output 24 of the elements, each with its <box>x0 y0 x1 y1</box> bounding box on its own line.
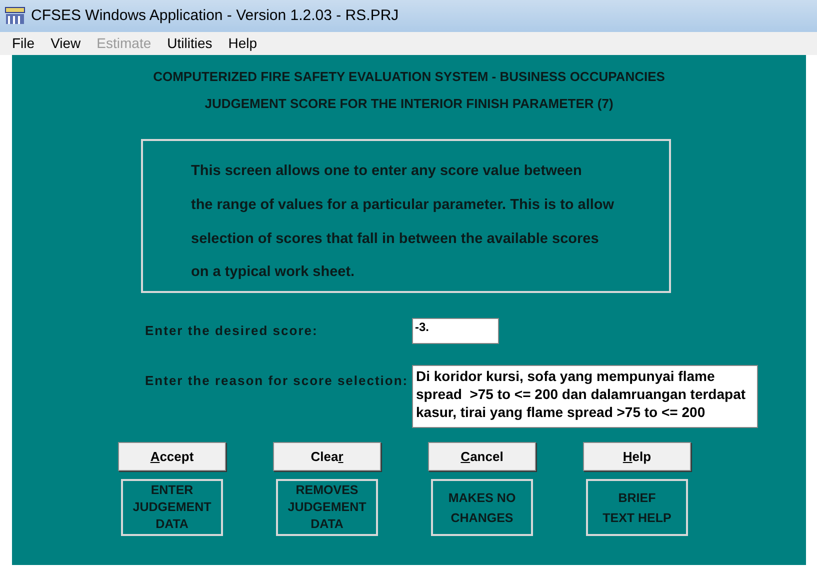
menu-item[interactable]: File <box>12 33 35 54</box>
menu-item[interactable]: View <box>50 33 81 54</box>
menu-item[interactable]: Utilities <box>167 33 212 54</box>
info-text: on a typical work sheet. <box>191 263 356 282</box>
button-description: BRIEF TEXT HELP <box>586 479 688 536</box>
button-description: MAKES NO CHANGES <box>431 479 533 536</box>
reason-label: Enter the reason for score selection: <box>145 372 410 390</box>
action-button[interactable]: Help <box>583 442 691 471</box>
score-label: Enter the desired score: <box>145 322 319 340</box>
menu-item[interactable]: Help <box>228 33 258 54</box>
info-text: selection of scores that fall in between the available scores <box>191 230 600 248</box>
screen-heading: COMPUTERIZED FIRE SAFETY EVALUATION SYSTEM - BUSINESS OCCUPANCIES <box>153 68 665 86</box>
info-text: the range of values for a particular parameter. This is to allow <box>191 196 616 215</box>
window-title: CFSES Windows Application - Version 1.2.03 - RS.PRJ <box>31 6 399 26</box>
action-button[interactable]: Accept <box>118 442 226 471</box>
app-icon <box>5 7 25 25</box>
info-text: This screen allows one to enter any score value between <box>191 162 583 181</box>
reason-field[interactable]: Di koridor kursi, sofa yang mempunyai flame spread >75 to <= 200 dan dalamruangan terdapat kasur, tirai yang flame spread >75 to <= 200 <box>412 365 758 428</box>
button-description: ENTER JUDGEMENT DATA <box>121 479 223 536</box>
screen-heading: JUDGEMENT SCORE FOR THE INTERIOR FINISH PARAMETER (7) <box>204 94 614 113</box>
score-field[interactable]: -3. <box>412 318 499 344</box>
action-button[interactable]: Clear <box>273 442 381 471</box>
button-description: REMOVES JUDGEMENT DATA <box>276 479 378 536</box>
action-button[interactable]: Cancel <box>428 442 536 471</box>
